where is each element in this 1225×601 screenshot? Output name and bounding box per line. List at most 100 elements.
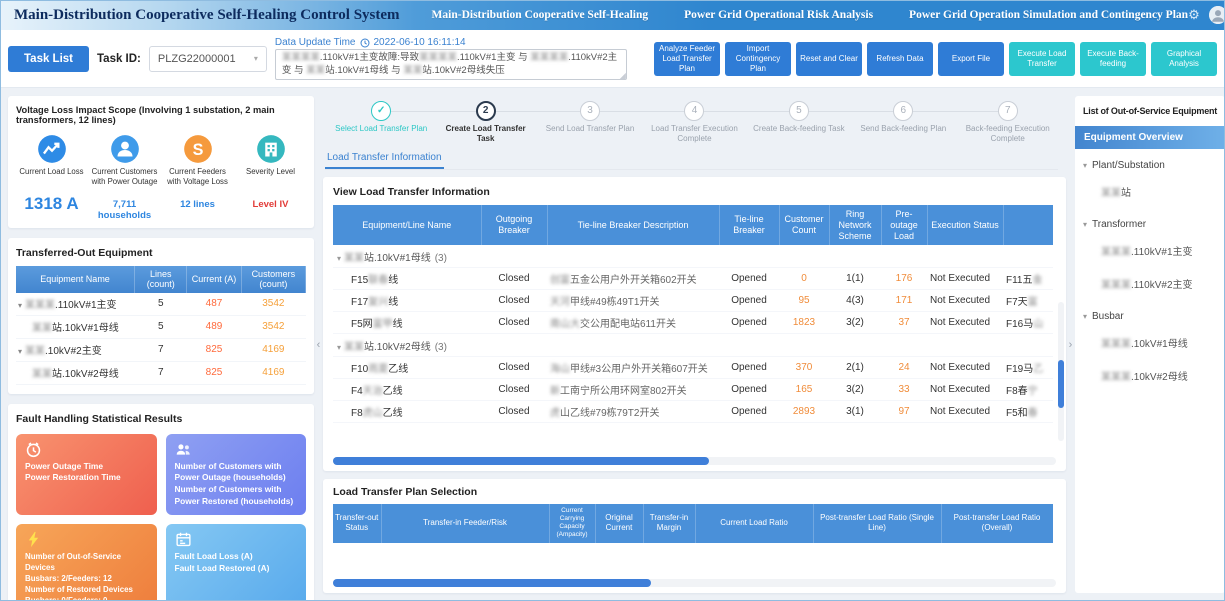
column-header: Current Load Ratio	[695, 504, 813, 543]
voltage-loss-feeders-metric: SCurrent Feeders with Voltage Loss12 lin…	[162, 134, 233, 221]
step-circle: 3	[580, 101, 600, 121]
execute-back-feeding-button[interactable]: Execute Back-feeding	[1080, 42, 1146, 76]
expand-caret-icon[interactable]: ▾	[337, 343, 341, 352]
top-nav-item[interactable]: Main-Distribution Cooperative Self-Heali…	[432, 9, 649, 21]
data-update-group: Data Update Time 2022-06-10 16:11:14 某某某…	[275, 37, 627, 80]
table-row[interactable]: F4天治乙线Closed新工南宁所公用环网室802开关Opened1653(2)…	[333, 379, 1053, 401]
customers-outage-metric: Current Customers with Power Outage7,711…	[89, 134, 160, 221]
task-id-select[interactable]: PLZG22000001 ▾	[149, 46, 267, 72]
tree-leaf[interactable]: 某某某.110kV#1主变	[1075, 234, 1225, 267]
stats-title: Fault Handling Statistical Results	[16, 413, 306, 425]
tree-leaf[interactable]: 某某站	[1075, 175, 1225, 208]
text-segment: F16马	[1006, 319, 1033, 330]
collapse-right-handle[interactable]: ›	[1066, 96, 1075, 593]
tree-node[interactable]: ▾Plant/Substation	[1075, 149, 1225, 175]
collapse-left-handle[interactable]: ‹	[314, 96, 323, 593]
text-segment: .10kV#2主变	[45, 346, 102, 357]
graphical-analysis-button[interactable]: Graphical Analysis	[1151, 42, 1217, 76]
table-row[interactable]: F10雨夏乙线Closed海山甲线#3公用户外开关箱607开关Opened370…	[333, 357, 1053, 379]
task-list-button[interactable]: Task List	[8, 46, 89, 72]
top-nav-item[interactable]: Power Grid Operational Risk Analysis	[684, 9, 873, 21]
step-label: Send Back-feeding Plan	[851, 124, 955, 134]
analyze-feeder-load-transfer-plan-button[interactable]: Analyze Feeder Load Transfer Plan	[654, 42, 720, 76]
text-segment: F4	[351, 386, 363, 397]
group-row[interactable]: ▾某某站.10kV#1母线(3)	[333, 245, 1053, 268]
outgoing-breaker: Closed	[481, 290, 547, 312]
table-row[interactable]: F8虎山乙线Closed虎山乙线#79栋79T2开关Opened28933(1)…	[333, 401, 1053, 423]
table-row[interactable]: 某某站.10kV#1母线54893542	[16, 315, 306, 338]
customer-count: 2893	[779, 401, 829, 423]
expand-caret-icon[interactable]: ▾	[337, 254, 341, 263]
chevron-down-icon: ▾	[254, 54, 258, 63]
text-segment: 站	[1121, 188, 1131, 199]
text-segment: 乙	[1033, 364, 1043, 375]
text-segment: F10	[351, 364, 368, 375]
fault-stats-card: Fault Handling Statistical Results Power…	[8, 404, 314, 601]
equipment-line-name: F5网富甲线	[333, 312, 481, 334]
horizontal-scrollbar[interactable]	[333, 579, 1056, 587]
text-segment: 某某某	[25, 300, 55, 311]
tab-load-transfer-information[interactable]: Load Transfer Information	[325, 149, 444, 169]
tie-line-breaker: Opened	[719, 401, 779, 423]
vertical-scrollbar[interactable]	[1058, 302, 1064, 441]
scrollbar-thumb[interactable]	[1058, 360, 1064, 408]
outgoing-breaker: Closed	[481, 401, 547, 423]
text-segment: .110kV#1主变故障:导致	[320, 52, 419, 63]
export-file-button[interactable]: Export File	[938, 42, 1004, 76]
tree-node[interactable]: ▾Busbar	[1075, 300, 1225, 326]
reset-and-clear-button[interactable]: Reset and Clear	[796, 42, 862, 76]
impact-metrics: Current Load Loss1318 ACurrent Customers…	[16, 134, 306, 221]
expand-caret-icon[interactable]: ▾	[1083, 220, 1087, 229]
settings-gear-icon[interactable]: ⚙	[1188, 7, 1200, 23]
horizontal-scrollbar[interactable]	[333, 457, 1056, 465]
transfer-in-feeder: F7天富	[1003, 290, 1053, 312]
text-segment: 虎山	[363, 408, 383, 419]
top-nav-item[interactable]: Power Grid Operation Simulation and Cont…	[909, 9, 1188, 21]
group-row[interactable]: ▾某某站.10kV#2母线(3)	[333, 334, 1053, 357]
severity-level-metric: Severity LevelLevel IV	[235, 134, 306, 221]
tree-node[interactable]: ▾Transformer	[1075, 208, 1225, 234]
customers-count: 3542	[241, 315, 305, 338]
text-segment: 新	[550, 386, 560, 397]
avatar[interactable]	[1209, 6, 1225, 24]
stat-line: Number of Out-of-Service Devices	[25, 551, 148, 573]
expand-caret-icon[interactable]: ▾	[18, 347, 22, 356]
table-row[interactable]: F17复兴线Closed天河甲线#49栋49T1开关Opened954(3)17…	[333, 290, 1053, 312]
table-row[interactable]: F5网富甲线Closed南山大交公用配电站611开关Opened18233(2)…	[333, 312, 1053, 334]
equipment-overview-header[interactable]: Equipment Overview	[1075, 126, 1225, 149]
tie-line-breaker: Opened	[719, 290, 779, 312]
column-header: Tie-line Breaker	[719, 205, 779, 245]
expand-caret-icon[interactable]: ▾	[1083, 312, 1087, 321]
tree-leaf[interactable]: 某某某.110kV#2主变	[1075, 267, 1225, 300]
column-header: Customers (count)	[241, 266, 305, 293]
table-row[interactable]: 某某站.10kV#2母线78254169	[16, 361, 306, 384]
transfer-in-feeder: F11五金	[1003, 268, 1053, 290]
severity-level-icon	[256, 134, 286, 164]
outgoing-breaker: Closed	[481, 357, 547, 379]
text-segment: F5和	[1006, 408, 1028, 419]
content: Voltage Loss Impact Scope (Involving 1 s…	[0, 88, 1225, 593]
scrollbar-thumb[interactable]	[333, 579, 651, 587]
scrollbar-thumb[interactable]	[333, 457, 709, 465]
tie-line-breaker-description: 虎山乙线#79栋79T2开关	[547, 401, 719, 423]
table-row[interactable]: ▾某某.10kV#2主变78254169	[16, 338, 306, 361]
tie-line-breaker: Opened	[719, 268, 779, 290]
step-2[interactable]: 2Create Load Transfer Task	[433, 101, 537, 144]
stat-line: Number of Customers with Power Restored …	[175, 484, 298, 508]
text-segment: .110kV#2主变	[1131, 280, 1193, 291]
execute-load-transfer-button[interactable]: Execute Load Transfer	[1009, 42, 1075, 76]
refresh-data-button[interactable]: Refresh Data	[867, 42, 933, 76]
import-contingency-plan-button[interactable]: Import Contingency Plan	[725, 42, 791, 76]
column-header: Original Current	[595, 504, 643, 543]
fault-description-textarea[interactable]: 某某某某.110kV#1主变故障:导致某某某某.110kV#1主变 与 某某某某…	[275, 49, 627, 80]
tree-leaf[interactable]: 某某某.10kV#1母线	[1075, 326, 1225, 359]
text-segment: 春	[1028, 408, 1038, 419]
expand-caret-icon[interactable]: ▾	[18, 301, 22, 310]
expand-caret-icon[interactable]: ▾	[1083, 161, 1087, 170]
step-1[interactable]: ✓Select Load Transfer Plan	[329, 101, 433, 144]
stat-card: Number of Customers with Power Outage (h…	[166, 434, 307, 515]
tree-leaf[interactable]: 某某某.10kV#2母线	[1075, 359, 1225, 392]
table-row[interactable]: F15联春线Closed创富五金公用户外开关箱602开关Opened01(1)1…	[333, 268, 1053, 290]
table-row[interactable]: ▾某某某.110kV#1主变54873542	[16, 293, 306, 316]
customers-count: 3542	[241, 293, 305, 316]
